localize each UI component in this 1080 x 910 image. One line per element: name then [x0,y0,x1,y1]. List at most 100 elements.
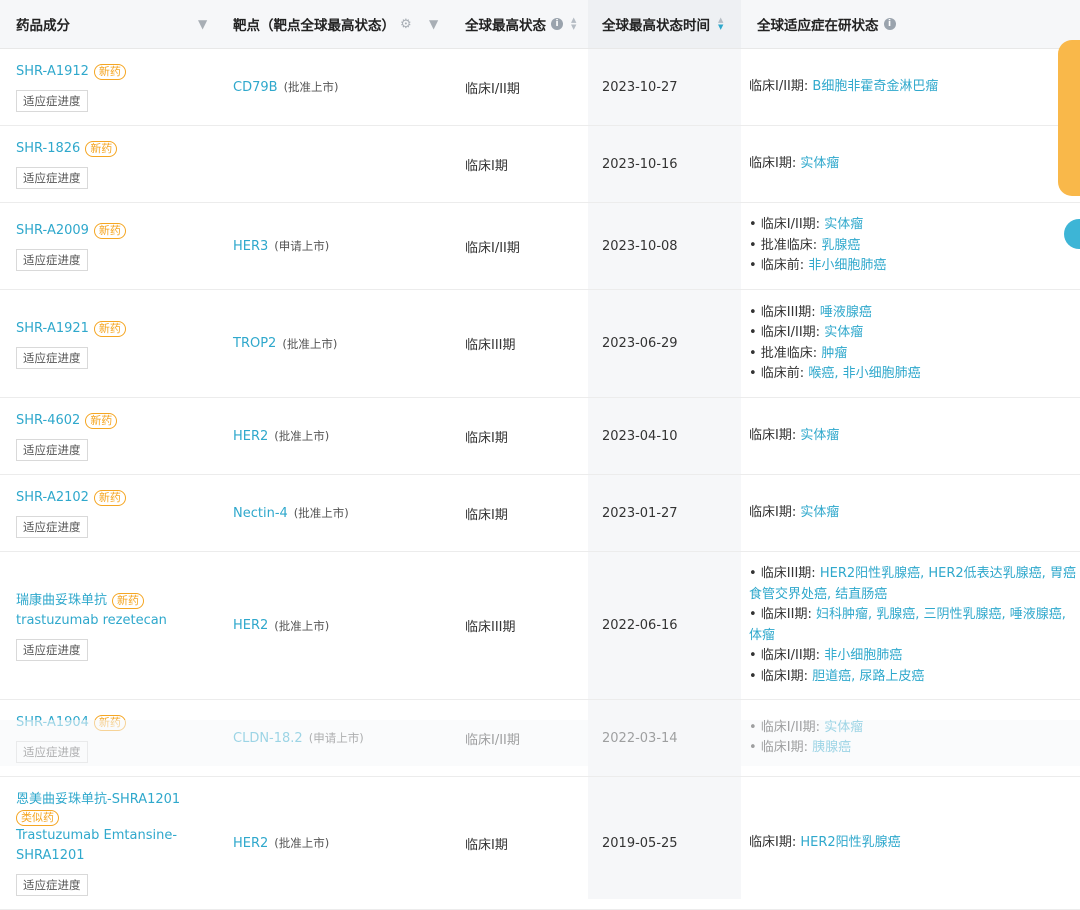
date-cell: 2019-05-25 [602,777,732,909]
drug-cell: SHR-4602 新药适应症进度 [16,398,216,474]
indication-link[interactable]: 胆道癌, 尿路上皮癌 [812,669,924,684]
header-target[interactable]: 靶点（靶点全球最高状态） ⚙ [233,0,412,48]
indication-link[interactable]: 实体瘤 [800,428,839,443]
indication-phase: • 临床I/II期: [749,648,821,663]
indication-link[interactable]: 乳腺癌 [821,238,860,253]
gear-icon[interactable]: ⚙ [400,17,412,32]
header-indications[interactable]: 全球适应症在研状态 i [757,0,896,48]
phase-cell: 临床I期 [465,475,585,551]
phase-text: 临床III期 [465,338,516,353]
indication-link[interactable]: 体瘤 [749,628,775,643]
indication-progress-button[interactable]: 适应症进度 [16,249,88,271]
date-cell: 2023-10-16 [602,126,732,202]
drug-badge: 新药 [93,490,126,506]
drug-name-link[interactable]: SHR-4602 [16,411,80,431]
info-icon[interactable]: i [883,18,896,30]
indication-phase: • 临床II期: [749,607,812,622]
drug-name-link[interactable]: SHR-A2009 [16,221,89,241]
indication-link[interactable]: 实体瘤 [824,325,863,340]
indications-cell: • 临床III期: 唾液腺癌 • 临床I/II期: 实体瘤 • 批准临床: 肿瘤 • … [749,290,1080,397]
filter-icon[interactable]: ▼ [429,17,438,31]
indication-link[interactable]: 实体瘤 [824,720,863,735]
target-link[interactable]: Nectin-4 [233,506,288,521]
indication-progress-button[interactable]: 适应症进度 [16,439,88,461]
drug-badge: 新药 [93,715,126,731]
indication-progress-button[interactable]: 适应症进度 [16,638,88,661]
indication-phase: • 临床I/II期: [749,325,821,340]
phase-cell: 临床III期 [465,290,585,397]
indication-progress-button[interactable]: 适应症进度 [16,741,88,763]
indication-line: 食管交界处癌, 结直肠癌 [749,585,887,606]
header-drug[interactable]: 药品成分 [16,0,70,48]
indication-progress-button[interactable]: 适应症进度 [16,874,88,896]
target-cell: HER2 (批准上市) [233,777,453,909]
sort-icon[interactable]: ▲ ▼ [571,17,576,31]
drug-name-link[interactable]: 瑞康曲妥珠单抗 [16,591,107,611]
target-link[interactable]: HER3 [233,239,268,254]
indication-link[interactable]: 非小细胞肺癌 [808,258,886,273]
indication-line: • 批准临床: 肿瘤 [749,344,847,365]
indication-line: • 临床III期: HER2阳性乳腺癌, HER2低表达乳腺癌, 胃癌 [749,564,1076,585]
table-row: SHR-A1921 新药 适应症进度 TROP2 (批准上市) 临床III期 2023-06… [0,290,1080,398]
target-status: (批准上市) [274,618,330,633]
indications-cell: • 临床I/II期: 实体瘤 • 批准临床: 乳腺癌 • 临床前: 非小细胞肺癌 [749,203,1080,289]
drug-badge: 新药 [85,141,118,157]
drug-name-en[interactable]: Trastuzumab Emtansine- [16,826,177,846]
indication-link[interactable]: 妇科肿瘤, 乳腺癌, 三阴性乳腺癌, 唾液腺癌, [816,607,1066,622]
drug-badge: 新药 [93,64,126,80]
drug-badge: 新药 [85,413,118,429]
table-row: SHR-1826 新药 适应症进度 临床I期 2023-10-16 临床I期: 实体瘤 [0,126,1080,203]
target-link[interactable]: CD79B [233,80,278,95]
indication-progress-button[interactable]: 适应症进度 [16,516,88,538]
target-cell: CLDN-18.2 (申请上市) [233,700,453,776]
target-link[interactable]: HER2 [233,429,268,444]
indication-progress-button[interactable]: 适应症进度 [16,167,88,189]
indication-link[interactable]: 实体瘤 [824,217,863,232]
indication-line: • 临床II期: 妇科肿瘤, 乳腺癌, 三阴性乳腺癌, 唾液腺癌, [749,605,1066,626]
drug-name-link[interactable]: SHR-1826 [16,139,80,159]
indication-link[interactable]: 喉癌, 非小细胞肺癌 [808,366,920,381]
filter-icon[interactable]: ▼ [198,17,207,31]
header-phase[interactable]: 全球最高状态 i ▲ ▼ [465,0,576,48]
indication-link[interactable]: 食管交界处癌, 结直肠癌 [749,587,887,602]
floating-promo-panel[interactable] [1058,40,1080,196]
drug-badge: 类似药 [16,810,59,826]
indication-phase: • 临床I/II期: [749,719,821,735]
target-cell: HER3 (申请上市) [233,203,453,289]
indication-line: • 批准临床: 乳腺癌 [749,236,860,257]
indication-link[interactable]: 肿瘤 [821,346,847,361]
info-icon[interactable]: i [551,18,563,30]
drug-name-link[interactable]: SHR-A2102 [16,488,89,508]
indication-link[interactable]: 实体瘤 [800,505,839,520]
phase-cell: 临床I/II期 [465,203,585,289]
phase-text: 临床III期 [465,620,516,635]
target-status: (申请上市) [274,239,330,253]
indication-link[interactable]: 唾液腺癌 [820,305,872,320]
target-cell: TROP2 (批准上市) [233,290,453,397]
indication-link[interactable]: 非小细胞肺癌 [824,648,902,663]
target-link[interactable]: CLDN-18.2 [233,731,303,746]
header-date[interactable]: 全球最高状态时间 ▲ ▼ [588,0,741,48]
indication-progress-button[interactable]: 适应症进度 [16,90,88,112]
drug-cell: SHR-A1912 新药 适应症进度 [16,49,216,125]
drug-name-link[interactable]: SHR-A1904 [16,713,89,733]
drug-name-link[interactable]: SHR-A1921 [16,319,89,339]
indication-phase: • 临床前: [749,366,805,381]
target-status: (批准上市) [274,429,330,443]
indication-link[interactable]: B细胞非霍奇金淋巴瘤 [812,79,938,94]
indication-link[interactable]: HER2阳性乳腺癌, HER2低表达乳腺癌, 胃癌 [820,566,1076,581]
indication-progress-button[interactable]: 适应症进度 [16,346,88,369]
target-link[interactable]: HER2 [233,618,268,633]
drug-name-link[interactable]: 恩美曲妥珠单抗-SHRA1201 [16,790,180,810]
drug-name-link[interactable]: SHR-A1912 [16,62,89,82]
indication-link[interactable]: HER2阳性乳腺癌 [800,835,900,850]
indication-link[interactable]: 胰腺癌 [812,740,851,755]
target-link[interactable]: HER2 [233,836,268,851]
target-link[interactable]: TROP2 [233,336,276,351]
drug-name-en[interactable]: SHRA1201 [16,846,85,866]
indication-link[interactable]: 实体瘤 [800,156,839,171]
table-body: SHR-A1912 新药 适应症进度 CD79B (批准上市) 临床I/II期 2023-1… [0,49,1080,910]
indication-phase: • 临床III期: [749,304,816,320]
drug-name-en[interactable]: trastuzumab rezetecan [16,611,167,631]
sort-icon[interactable]: ▲ ▼ [718,17,723,31]
